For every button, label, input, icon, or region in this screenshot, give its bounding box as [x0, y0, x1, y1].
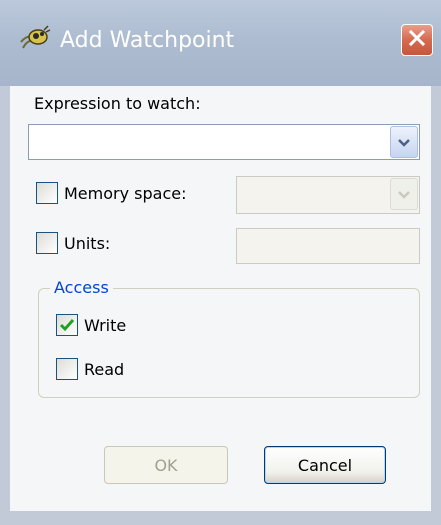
- dialog-title: Add Watchpoint: [60, 28, 235, 53]
- access-group: [38, 288, 420, 398]
- debug-bug-icon: [18, 22, 52, 56]
- chevron-down-icon: [397, 133, 411, 152]
- close-icon: [407, 28, 427, 52]
- expression-combobox[interactable]: [28, 124, 420, 160]
- access-legend: Access: [50, 278, 113, 297]
- read-label: Read: [84, 360, 125, 379]
- close-button[interactable]: [401, 24, 433, 56]
- ok-button-label: OK: [154, 455, 178, 475]
- cancel-button[interactable]: Cancel: [264, 446, 386, 484]
- title-bar[interactable]: Add Watchpoint: [0, 0, 441, 86]
- units-input[interactable]: [236, 228, 420, 264]
- memory-space-label: Memory space:: [64, 184, 187, 203]
- expression-dropdown-button[interactable]: [390, 126, 418, 158]
- add-watchpoint-dialog: Add Watchpoint Expression to watch: Memo…: [0, 0, 441, 525]
- units-checkbox[interactable]: [36, 232, 58, 254]
- write-label: Write: [84, 316, 127, 335]
- read-checkbox[interactable]: [56, 358, 78, 380]
- memory-space-dropdown-button[interactable]: [390, 178, 418, 210]
- ok-button[interactable]: OK: [104, 446, 228, 484]
- memory-space-combobox[interactable]: [236, 176, 420, 214]
- memory-space-checkbox[interactable]: [36, 182, 58, 204]
- units-label: Units:: [64, 234, 111, 253]
- write-checkbox[interactable]: [56, 314, 78, 336]
- cancel-button-label: Cancel: [297, 455, 353, 475]
- chevron-down-icon: [397, 185, 411, 204]
- expression-label: Expression to watch:: [34, 94, 201, 113]
